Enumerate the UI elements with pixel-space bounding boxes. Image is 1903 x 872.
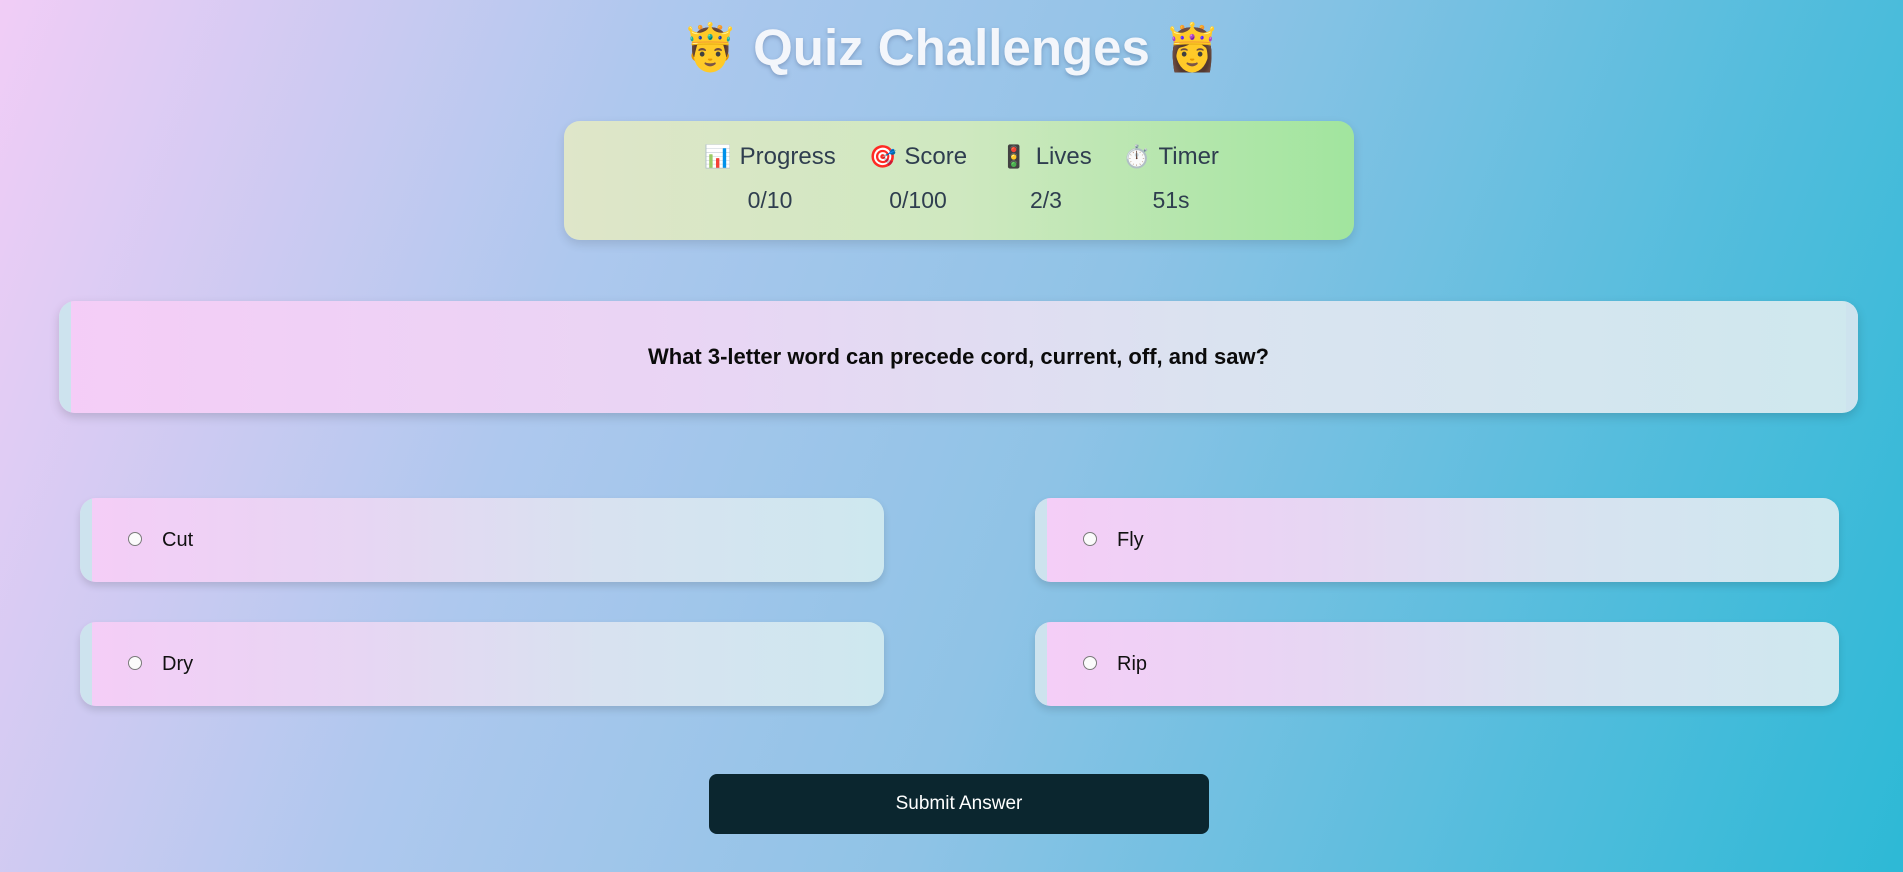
stat-progress: 📊 Progress 0/10 xyxy=(704,143,836,214)
answer-option-fly[interactable]: Fly xyxy=(1035,498,1839,582)
answer-option-rip[interactable]: Rip xyxy=(1035,622,1839,706)
answer-option-cut[interactable]: Cut xyxy=(80,498,884,582)
stat-lives: 🚦 Lives 2/3 xyxy=(1000,143,1091,214)
stat-timer-label: Timer xyxy=(1158,143,1219,170)
answer-option-label: Rip xyxy=(1117,653,1148,675)
stat-timer-value: 51s xyxy=(1152,187,1190,213)
submit-answer-button[interactable]: Submit Answer xyxy=(709,774,1209,834)
stat-progress-value: 0/10 xyxy=(747,187,793,213)
page-title-text: Quiz Challenges xyxy=(753,19,1150,76)
radio-button[interactable] xyxy=(128,656,142,670)
stat-progress-label: Progress xyxy=(739,143,836,170)
stat-timer: ⏱️ Timer 51s xyxy=(1118,143,1224,214)
question-text: What 3-letter word can precede cord, cur… xyxy=(647,344,1269,369)
answer-option-label: Fly xyxy=(1117,529,1144,551)
prince-icon: 🤴 xyxy=(681,21,740,73)
princess-icon: 👸 xyxy=(1163,21,1222,73)
stats-panel: 📊 Progress 0/10 🎯 Score 0/100 🚦 Lives 2/… xyxy=(564,121,1354,240)
radio-button[interactable] xyxy=(1083,656,1097,670)
stat-lives-label: Lives xyxy=(1035,143,1092,170)
traffic-light-icon: 🚦 xyxy=(1000,144,1028,169)
stat-score-value: 0/100 xyxy=(889,187,947,213)
answer-option-label: Cut xyxy=(162,529,194,551)
stopwatch-icon: ⏱️ xyxy=(1123,144,1151,169)
answer-option-dry[interactable]: Dry xyxy=(80,622,884,706)
answer-option-label: Dry xyxy=(162,653,194,675)
stat-score: 🎯 Score 0/100 xyxy=(868,143,968,214)
radio-button[interactable] xyxy=(128,532,142,546)
stat-lives-value: 2/3 xyxy=(1030,187,1062,213)
radio-button[interactable] xyxy=(1083,532,1097,546)
bar-chart-icon: 📊 xyxy=(704,144,732,169)
target-icon: 🎯 xyxy=(868,144,897,169)
stat-score-label: Score xyxy=(904,143,968,170)
page-title: 🤴 Quiz Challenges 👸 xyxy=(0,18,1903,77)
question-card: What 3-letter word can precede cord, cur… xyxy=(59,301,1858,413)
